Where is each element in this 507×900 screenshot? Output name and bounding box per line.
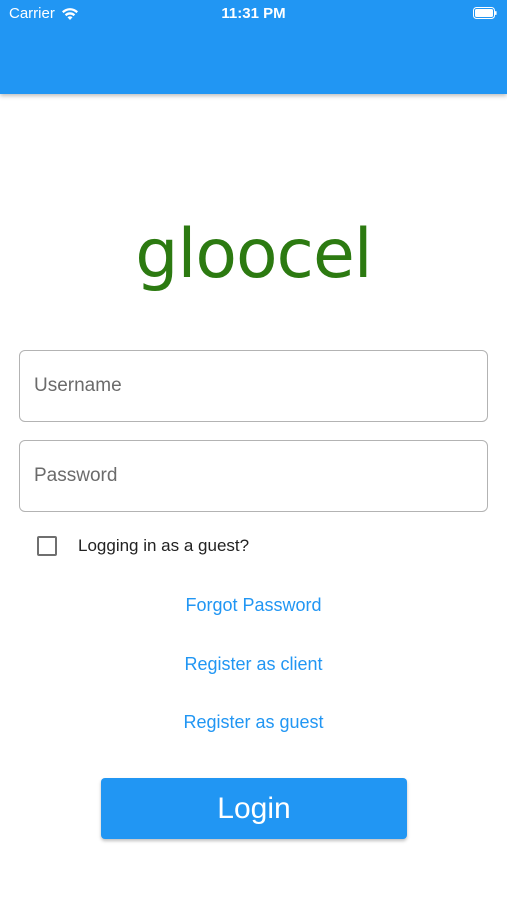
guest-checkbox-label: Logging in as a guest? — [78, 536, 250, 555]
forgot-password-link[interactable]: Forgot Password — [185, 595, 321, 615]
login-screen: Carrier 11:31 PM gloocel Logging in as a… — [0, 0, 507, 900]
password-field — [19, 440, 488, 512]
register-guest-link[interactable]: Register as guest — [183, 712, 323, 732]
password-input[interactable] — [20, 441, 487, 511]
username-input[interactable] — [20, 351, 487, 421]
battery-icon — [473, 7, 497, 19]
status-bar: Carrier 11:31 PM — [0, 0, 507, 28]
status-time: 11:31 PM — [221, 5, 286, 22]
guest-checkbox-row: Logging in as a guest? — [37, 536, 249, 556]
app-bar: Carrier 11:31 PM — [0, 0, 507, 94]
login-button[interactable]: Login — [101, 778, 407, 839]
register-client-row: Register as client — [0, 654, 507, 675]
app-logo: gloocel — [135, 215, 372, 294]
forgot-password-row: Forgot Password — [0, 595, 507, 616]
guest-checkbox[interactable] — [37, 536, 57, 556]
register-guest-row: Register as guest — [0, 712, 507, 733]
register-client-link[interactable]: Register as client — [184, 654, 322, 674]
username-field — [19, 350, 488, 422]
